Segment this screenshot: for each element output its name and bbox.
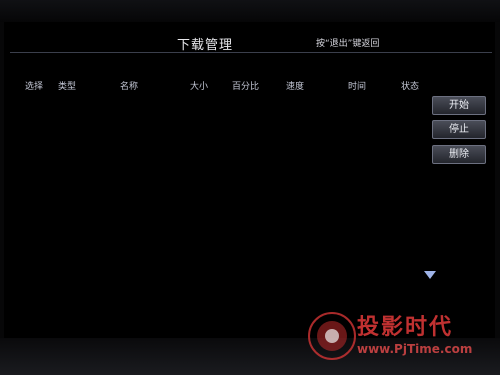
column-header-status: 状态 bbox=[401, 82, 420, 92]
triangle-down-icon[interactable] bbox=[423, 270, 437, 280]
tv-screen: 下载管理 按“退出”键返回 选择 类型 名称 大小 百分比 速度 时间 状态 开… bbox=[0, 0, 500, 375]
start-button[interactable]: 开始 bbox=[432, 96, 486, 115]
page-title: 下载管理 bbox=[176, 38, 233, 53]
column-header-type: 类型 bbox=[58, 82, 77, 92]
watermark-brand-name: 投影时代 bbox=[357, 315, 454, 340]
column-header-speed: 速度 bbox=[286, 82, 305, 92]
stop-button[interactable]: 停止 bbox=[432, 120, 486, 139]
download-manager-panel bbox=[4, 22, 495, 338]
watermark-logo-icon bbox=[308, 312, 356, 360]
watermark-url: www.PjTime.com bbox=[357, 342, 473, 356]
screen-bezel-top bbox=[0, 0, 500, 22]
back-hint: 按“退出”键返回 bbox=[316, 39, 380, 49]
column-header-time: 时间 bbox=[348, 82, 367, 92]
delete-button[interactable]: 删除 bbox=[432, 145, 486, 164]
watermark: 投影时代 www.PjTime.com bbox=[305, 305, 495, 373]
column-header-percent: 百分比 bbox=[232, 82, 260, 92]
column-header-select: 选择 bbox=[25, 82, 44, 92]
column-header-name: 名称 bbox=[120, 82, 139, 92]
header-divider bbox=[10, 52, 492, 53]
column-header-size: 大小 bbox=[190, 82, 209, 92]
